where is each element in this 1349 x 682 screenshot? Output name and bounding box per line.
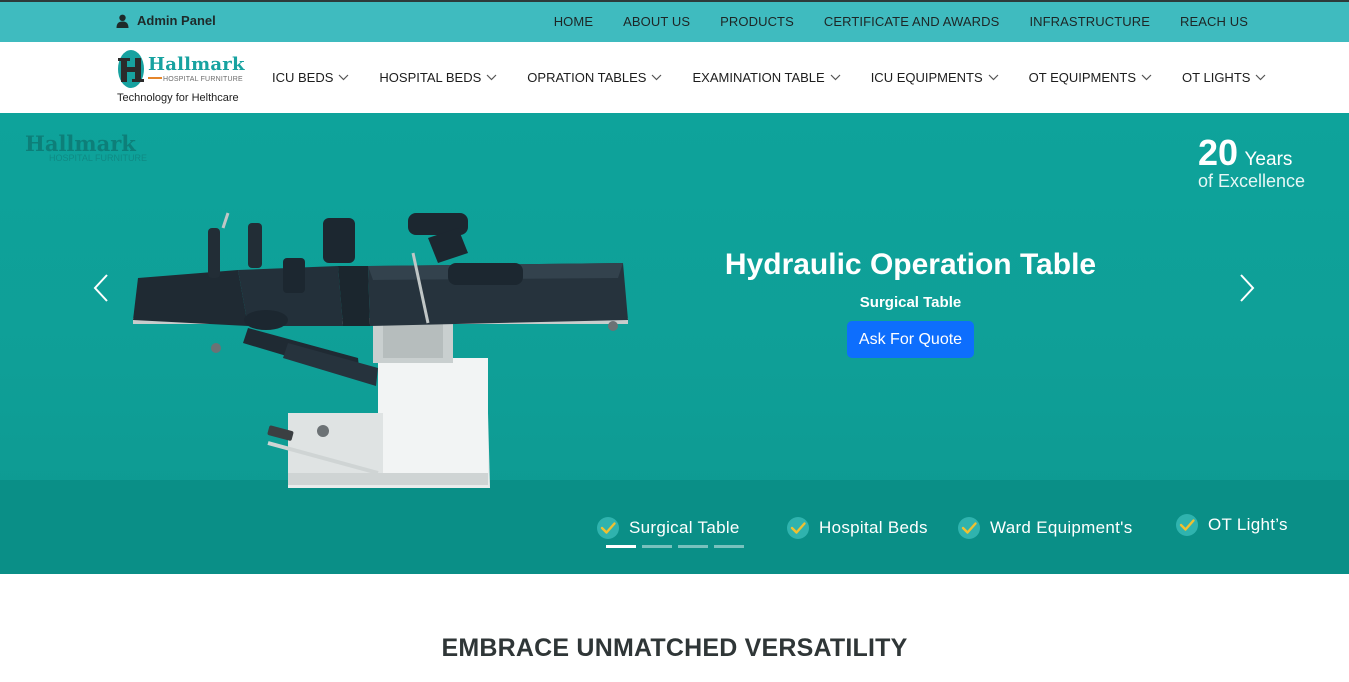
- slider-indicator-2[interactable]: [642, 545, 672, 548]
- nav-icu-equipments-label: ICU EQUIPMENTS: [870, 70, 983, 85]
- logo-accent-line: [148, 77, 162, 79]
- top-nav-certificate-awards[interactable]: CERTIFICATE AND AWARDS: [824, 14, 1000, 29]
- feature-ot-lights: OT Light’s: [1175, 513, 1288, 537]
- chevron-down-icon: [486, 74, 497, 81]
- top-bar: Admin Panel HOME ABOUT US PRODUCTS CERTI…: [0, 0, 1349, 42]
- chevron-down-icon: [1141, 74, 1152, 81]
- slider-indicators: [606, 545, 744, 548]
- nav-ot-lights-label: OT LIGHTS: [1182, 70, 1251, 85]
- top-nav-home[interactable]: HOME: [554, 14, 593, 29]
- nav-icu-equipments[interactable]: ICU EQUIPMENTS: [871, 70, 999, 85]
- feature-hospital-beds: Hospital Beds: [786, 516, 928, 540]
- check-badge-icon: [597, 517, 619, 539]
- feature-label: Hospital Beds: [819, 518, 928, 537]
- nav-hospital-beds[interactable]: HOSPITAL BEDS: [379, 70, 497, 85]
- nav-icu-beds[interactable]: ICU BEDS: [272, 70, 349, 85]
- top-nav-infrastructure[interactable]: INFRASTRUCTURE: [1029, 14, 1150, 29]
- slide-title: Hydraulic Operation Table: [724, 248, 1097, 281]
- feature-ward-equipment: Ward Equipment's: [957, 516, 1133, 540]
- years-word: Years: [1244, 149, 1293, 170]
- user-icon: [116, 14, 129, 28]
- nav-icu-beds-label: ICU BEDS: [272, 70, 334, 85]
- section-title: EMBRACE UNMATCHED VERSATILITY: [441, 634, 908, 662]
- logo-tagline: Technology for Helthcare: [117, 92, 239, 104]
- hero-slider: Hallmark HOSPITAL FURNITURE 20 Years of …: [0, 113, 1349, 574]
- chevron-down-icon: [988, 74, 999, 81]
- feature-label: Surgical Table: [629, 518, 740, 537]
- hero-watermark-logo: Hallmark HOSPITAL FURNITURE: [25, 131, 147, 163]
- top-nav-about-us[interactable]: ABOUT US: [623, 14, 690, 29]
- top-nav: HOME ABOUT US PRODUCTS CERTIFICATE AND A…: [554, 14, 1248, 29]
- slider-indicator-4[interactable]: [714, 545, 744, 548]
- feature-label: Ward Equipment's: [990, 518, 1133, 537]
- top-nav-reach-us[interactable]: REACH US: [1180, 14, 1248, 29]
- slider-prev-arrow-icon[interactable]: [92, 273, 110, 303]
- chevron-down-icon: [338, 74, 349, 81]
- admin-panel-label: Admin Panel: [137, 13, 216, 28]
- chevron-down-icon: [652, 74, 662, 81]
- feature-label: OT Light’s: [1208, 515, 1288, 534]
- main-header: Hallmark HOSPITAL FURNITURE Technology f…: [0, 42, 1349, 113]
- check-badge-icon: [787, 517, 809, 539]
- nav-hospital-beds-label: HOSPITAL BEDS: [379, 70, 482, 85]
- logo-mark-icon: [118, 50, 144, 88]
- slider-indicator-3[interactable]: [678, 545, 708, 548]
- admin-panel-link[interactable]: Admin Panel: [116, 13, 216, 28]
- feature-surgical-table: Surgical Table: [596, 516, 740, 540]
- feature-strip: Surgical Table Hospital Beds Ward Equipm…: [0, 513, 1349, 546]
- ask-for-quote-button[interactable]: Ask For Quote: [847, 321, 974, 358]
- slider-indicator-1[interactable]: [606, 545, 636, 548]
- check-badge-icon: [1176, 514, 1198, 536]
- nav-opration-tables-label: OPRATION TABLES: [527, 70, 647, 85]
- logo-subtitle: HOSPITAL FURNITURE: [163, 76, 243, 83]
- main-nav: ICU BEDS HOSPITAL BEDS OPRATION TABLES E…: [272, 70, 1296, 85]
- top-nav-products[interactable]: PRODUCTS: [720, 14, 794, 29]
- slider-next-arrow-icon[interactable]: [1238, 273, 1256, 303]
- nav-examination-table-label: EXAMINATION TABLE: [692, 70, 825, 85]
- nav-opration-tables[interactable]: OPRATION TABLES: [527, 70, 662, 85]
- years-number: 20: [1198, 132, 1239, 173]
- chevron-down-icon: [830, 74, 841, 81]
- logo-name: Hallmark: [148, 54, 245, 75]
- site-logo[interactable]: Hallmark HOSPITAL FURNITURE Technology f…: [117, 47, 257, 109]
- chevron-down-icon: [1256, 74, 1266, 81]
- nav-examination-table[interactable]: EXAMINATION TABLE: [692, 70, 841, 85]
- slide-subtitle: Surgical Table: [859, 294, 962, 311]
- nav-ot-lights[interactable]: OT LIGHTS: [1182, 70, 1266, 85]
- years-badge: 20 Years of Excellence: [1198, 133, 1305, 192]
- nav-ot-equipments-label: OT EQUIPMENTS: [1028, 70, 1137, 85]
- years-subtitle: of Excellence: [1198, 171, 1306, 191]
- watermark-subtitle: HOSPITAL FURNITURE: [49, 153, 148, 163]
- check-badge-icon: [958, 517, 980, 539]
- nav-ot-equipments[interactable]: OT EQUIPMENTS: [1029, 70, 1152, 85]
- operation-table-image: [133, 212, 628, 488]
